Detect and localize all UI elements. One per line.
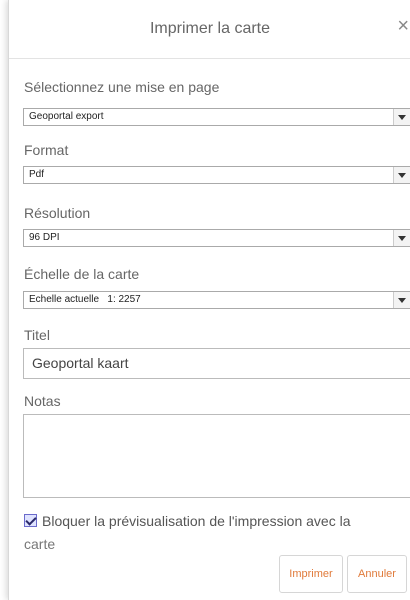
layout-select[interactable]: Geoportal export — [23, 108, 410, 126]
scale-select[interactable]: Echelle actuelle 1: 2257 — [23, 291, 410, 309]
resolution-select-value: 96 DPI — [29, 232, 60, 243]
format-select-value: Pdf — [29, 169, 45, 180]
cancel-button[interactable]: Annuler — [347, 555, 407, 593]
dialog-titlebar: Imprimer la carte × — [9, 0, 410, 59]
chevron-down-icon — [393, 230, 410, 246]
print-map-dialog: Imprimer la carte × Sélectionnez une mis… — [8, 0, 410, 600]
resolution-select[interactable]: 96 DPI — [23, 229, 410, 247]
lock-preview-label: Bloquer la prévisualisation de l'impress… — [42, 513, 351, 529]
title-input[interactable]: Geoportal kaart — [23, 348, 410, 379]
chevron-down-icon — [393, 292, 410, 308]
scale-label: Échelle de la carte — [24, 266, 140, 282]
chevron-down-icon — [393, 109, 410, 125]
lock-preview-checkbox[interactable] — [24, 514, 37, 527]
title-label: Titel — [24, 327, 50, 343]
notes-textarea[interactable] — [23, 414, 410, 498]
lock-preview-label-cont: carte — [24, 536, 56, 552]
chevron-down-icon — [393, 167, 410, 183]
resolution-label: Résolution — [24, 205, 91, 221]
notes-label: Notas — [24, 393, 61, 409]
format-select[interactable]: Pdf — [23, 166, 410, 184]
format-label: Format — [24, 142, 69, 158]
dialog-title: Imprimer la carte — [149, 20, 271, 37]
close-icon[interactable]: × — [397, 16, 409, 36]
layout-select-value: Geoportal export — [29, 111, 104, 122]
layout-label: Sélectionnez une mise en page — [24, 79, 220, 95]
scale-select-value: Echelle actuelle 1: 2257 — [29, 294, 141, 305]
print-button[interactable]: Imprimer — [279, 555, 343, 593]
